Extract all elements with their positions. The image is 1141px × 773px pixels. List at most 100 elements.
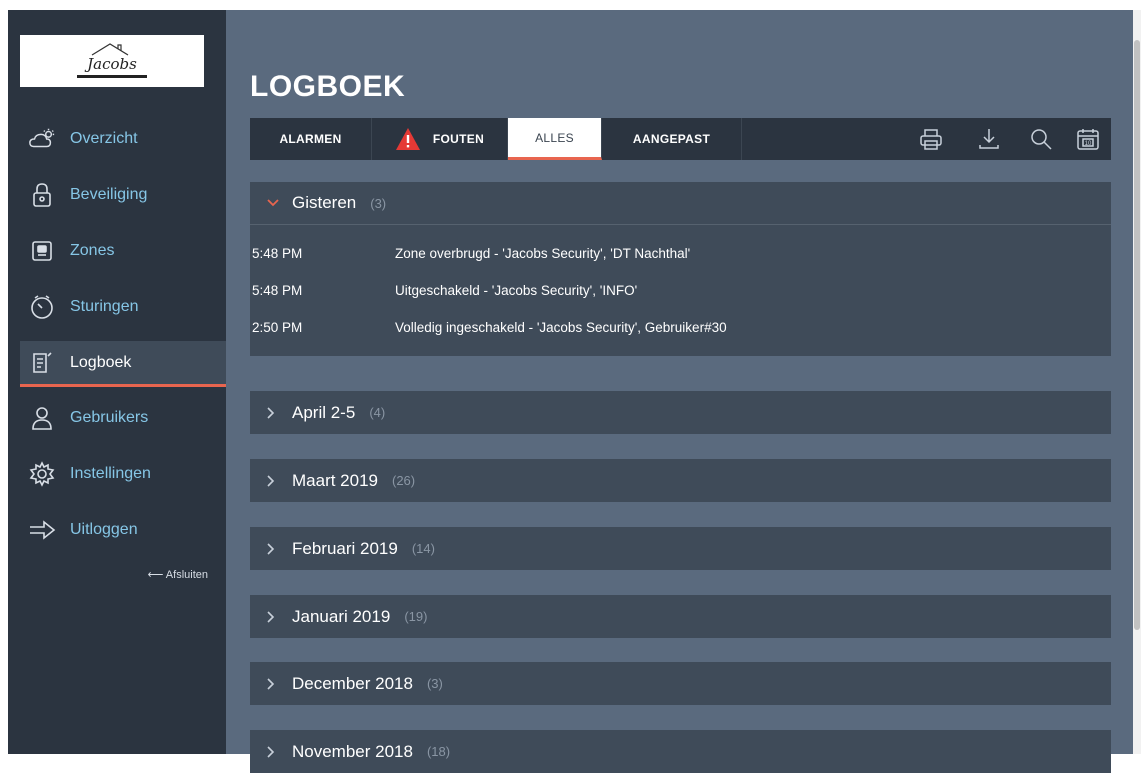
warning-icon <box>395 127 421 151</box>
sidebar-item-label: Gebruikers <box>70 409 149 426</box>
log-group-header[interactable]: November 2018 (18) <box>250 730 1111 773</box>
log-entry: 5:48 PM Uitgeschakeld - 'Jacobs Security… <box>250 272 1111 309</box>
main-content: LOGBOEK ALARMEN FOUTEN ALLES AANGEPAST 1… <box>226 10 1133 773</box>
logbook-icon <box>28 349 56 377</box>
chevron-right-icon <box>266 406 284 420</box>
log-group-header[interactable]: Maart 2019 (26) <box>250 459 1111 502</box>
logo: Jacobs <box>20 35 204 87</box>
tab-aangepast[interactable]: AANGEPAST <box>602 118 742 160</box>
calendar-day: 10 <box>1085 141 1092 147</box>
sidebar-item-label: Logboek <box>70 353 132 371</box>
close-sidebar-link[interactable]: ⟵ Afsluiten <box>148 568 208 581</box>
log-entry: 2:50 PM Volledig ingeschakeld - 'Jacobs … <box>250 309 1111 346</box>
page-scrollbar[interactable] <box>1133 10 1141 754</box>
log-entry: 5:48 PM Zone overbrugd - 'Jacobs Securit… <box>250 235 1111 272</box>
sidebar-nav: Overzicht Beveiliging Zones Sturingen Lo… <box>20 111 226 558</box>
tab-fouten[interactable]: FOUTEN <box>372 118 508 160</box>
sidebar-item-sturingen[interactable]: Sturingen <box>20 279 226 335</box>
log-entry-time: 2:50 PM <box>252 320 303 335</box>
sidebar-item-label: Beveiliging <box>70 186 148 203</box>
log-group-januari-2019: Januari 2019 (19) <box>250 595 1111 638</box>
log-entry-time: 5:48 PM <box>252 246 303 261</box>
cloud-sun-icon <box>28 125 56 153</box>
log-group-count: (18) <box>426 744 451 759</box>
log-group-count: (19) <box>404 609 428 624</box>
log-group-december-2018: December 2018 (3) <box>250 662 1111 705</box>
sidebar-item-gebruikers[interactable]: Gebruikers <box>20 390 226 446</box>
tab-label: ALARMEN <box>279 132 342 146</box>
sidebar-item-overzicht[interactable]: Overzicht <box>20 111 226 167</box>
chevron-right-icon <box>266 610 284 624</box>
log-entry-text: Uitgeschakeld - 'Jacobs Security', 'INFO… <box>395 283 638 298</box>
sidebar-item-label: Instellingen <box>70 465 151 482</box>
log-entry-time: 5:48 PM <box>252 283 303 298</box>
log-group-label: Gisteren <box>292 193 357 212</box>
log-group-count: (14) <box>411 541 435 556</box>
log-group-header[interactable]: Januari 2019 (19) <box>250 595 1111 638</box>
logo-text: Jacobs <box>87 54 137 73</box>
log-group-februari-2019: Februari 2019 (14) <box>250 527 1111 570</box>
log-group-gisteren: Gisteren (3) 5:48 PM Zone overbrugd - 'J… <box>250 182 1111 356</box>
log-group-header[interactable]: Gisteren (3) <box>250 182 1111 225</box>
tab-alarmen[interactable]: ALARMEN <box>250 118 372 160</box>
sidebar-item-instellingen[interactable]: Instellingen <box>20 446 226 502</box>
calendar-icon: 10 <box>1077 129 1099 150</box>
logo-house-icon <box>91 43 129 56</box>
gear-icon <box>28 460 56 488</box>
log-group-label: Januari 2019 <box>292 606 391 626</box>
log-group-header[interactable]: December 2018 (3) <box>250 662 1111 705</box>
logout-arrow-icon <box>28 516 56 544</box>
scrollbar-thumb[interactable] <box>1134 40 1140 630</box>
calendar-button[interactable]: 10 <box>1075 126 1101 152</box>
sidebar-item-uitloggen[interactable]: Uitloggen <box>20 502 226 558</box>
print-icon <box>920 129 942 150</box>
log-group-label: Maart 2019 <box>292 470 378 490</box>
tab-bar: ALARMEN FOUTEN ALLES AANGEPAST 10 <box>250 118 1111 160</box>
log-entry-text: Volledig ingeschakeld - 'Jacobs Security… <box>395 320 727 335</box>
sidebar-item-label: Uitloggen <box>70 521 138 538</box>
log-group-label: Februari 2019 <box>292 538 398 558</box>
log-group-count: (3) <box>370 195 387 211</box>
sidebar-item-label: Overzicht <box>70 130 138 147</box>
sidebar: Jacobs Overzicht Beveiliging Zones Sturi… <box>8 10 226 754</box>
sidebar-item-label: Zones <box>70 242 115 259</box>
tab-label: FOUTEN <box>432 132 485 146</box>
lock-icon <box>28 181 56 209</box>
chevron-right-icon <box>266 542 284 556</box>
timer-icon <box>28 293 56 321</box>
log-group-maart-2019: Maart 2019 (26) <box>250 459 1111 502</box>
log-group-november-2018: November 2018 (18) <box>250 730 1111 773</box>
tab-label: AANGEPAST <box>632 132 711 146</box>
sidebar-item-beveiliging[interactable]: Beveiliging <box>20 167 226 223</box>
search-button[interactable] <box>1028 126 1054 152</box>
chevron-right-icon <box>266 677 284 691</box>
tab-label: ALLES <box>535 130 574 145</box>
app-window: Jacobs Overzicht Beveiliging Zones Sturi… <box>0 0 1141 773</box>
user-icon <box>28 404 56 432</box>
log-group-label: November 2018 <box>292 741 413 761</box>
download-icon <box>979 129 999 149</box>
log-group-label: April 2-5 <box>292 402 356 422</box>
log-group-count: (26) <box>392 473 416 488</box>
log-group-label: December 2018 <box>292 673 413 693</box>
log-group-header[interactable]: Februari 2019 (14) <box>250 527 1111 570</box>
sidebar-item-logboek[interactable]: Logboek <box>20 341 226 387</box>
log-entries: 5:48 PM Zone overbrugd - 'Jacobs Securit… <box>250 225 1111 356</box>
search-icon <box>1031 129 1052 150</box>
log-group-header[interactable]: April 2-5 (4) <box>250 391 1111 434</box>
log-group-count: (3) <box>426 676 443 691</box>
zone-icon <box>28 237 56 265</box>
sidebar-item-zones[interactable]: Zones <box>20 223 226 279</box>
chevron-right-icon <box>266 745 284 759</box>
chevron-down-icon <box>266 198 284 208</box>
chevron-right-icon <box>266 474 284 488</box>
page-title: LOGBOEK <box>250 70 406 103</box>
logo-tagline-bar <box>77 74 147 78</box>
log-group-april: April 2-5 (4) <box>250 391 1111 434</box>
log-entry-text: Zone overbrugd - 'Jacobs Security', 'DT … <box>395 246 691 261</box>
download-button[interactable] <box>976 126 1002 152</box>
sidebar-item-label: Sturingen <box>70 298 139 315</box>
log-group-count: (4) <box>369 405 386 420</box>
print-button[interactable] <box>918 126 944 152</box>
tab-alles[interactable]: ALLES <box>508 118 602 160</box>
